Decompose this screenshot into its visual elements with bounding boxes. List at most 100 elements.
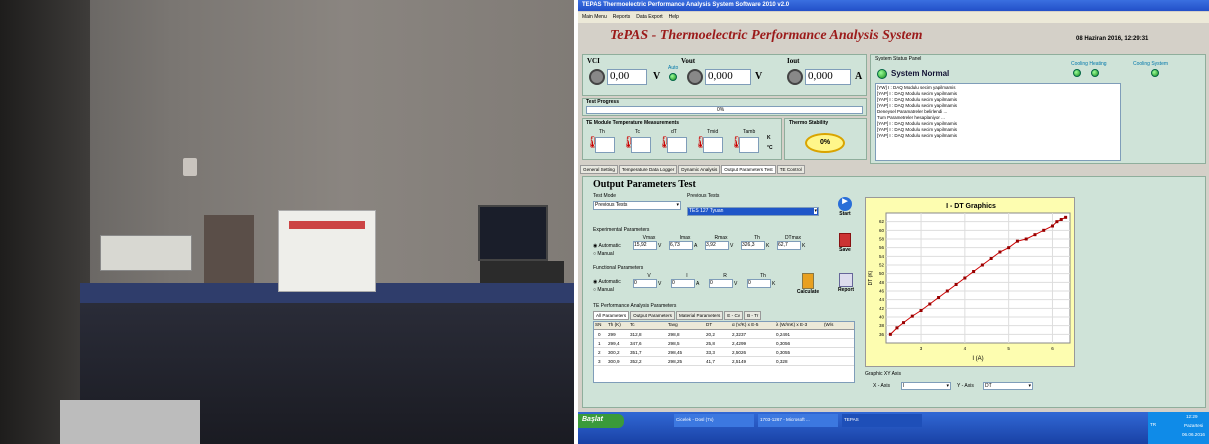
- func-automatic[interactable]: ◉ Automatic: [593, 279, 621, 285]
- y-tick-label: 56: [879, 245, 885, 250]
- start-menu-button[interactable]: Başlat: [578, 414, 624, 428]
- menu-reports[interactable]: Reports: [613, 14, 631, 21]
- gauge-icon: [589, 69, 605, 85]
- status-log[interactable]: [YW] I : DAQ Modulu secim yapilmamis [YA…: [875, 83, 1121, 161]
- perf-tab-b-tr[interactable]: B - Tr: [744, 311, 762, 320]
- data-point: [1059, 218, 1063, 221]
- tepas-box: [278, 210, 376, 292]
- test-mode-select[interactable]: Previous Tests ▾: [593, 201, 681, 210]
- exp-rmax-value[interactable]: 3,92: [705, 241, 729, 250]
- start-label: Başlat: [582, 416, 604, 423]
- perf-tab-all[interactable]: All Parameters: [593, 311, 630, 320]
- table-header: SN Th (K) Tc Tavg DT α (V/K) x E-5 λ (W/…: [594, 322, 854, 330]
- calculate-label: Calculate: [796, 289, 820, 295]
- save-button[interactable]: Save: [833, 233, 857, 253]
- taskbar-item[interactable]: Cicelek - Dosl (7x): [674, 414, 754, 427]
- table-row[interactable]: 2 300,2 351,7 298,45 33,3 2,5026 0,3055: [594, 348, 854, 357]
- func-r-value[interactable]: 0: [709, 279, 733, 288]
- unit-c[interactable]: °C: [767, 145, 773, 151]
- exp-th-value[interactable]: 326,3: [741, 241, 765, 250]
- perf-tab-material[interactable]: Material Parameters: [675, 311, 724, 320]
- tab-temperature-logger[interactable]: Temperature Data Logger: [618, 165, 678, 174]
- clock-day: Pazartesi: [1184, 423, 1204, 428]
- func-automatic-label: Automatic: [598, 279, 621, 285]
- tab-dynamic-analysis[interactable]: Dynamic Analysis: [678, 165, 721, 174]
- cell: 0,3055: [776, 349, 791, 355]
- table-row[interactable]: 0 299 312,8 298,8 20,2 2,3237 0,2491: [594, 330, 854, 339]
- y-tick-label: 40: [879, 315, 885, 320]
- menu-data-export[interactable]: Data Export: [636, 14, 662, 21]
- tab-output-parameters[interactable]: Output Parameters Test: [721, 165, 776, 174]
- previous-label: Previous Tests: [687, 193, 720, 199]
- perf-tab-e-cv[interactable]: E - Cv: [724, 311, 744, 320]
- exp-vmax: Vmax 15,92 V: [633, 235, 665, 250]
- taskbar: Başlat Cicelek - Dosl (7x) 1703-1267 - M…: [578, 412, 1209, 444]
- vci-unit: V: [653, 71, 661, 82]
- func-th-value[interactable]: 0: [747, 279, 771, 288]
- previous-select[interactable]: TES 127 Tyuan ▾: [687, 207, 819, 216]
- save-label: Save: [839, 247, 851, 253]
- gauge-icon: [787, 69, 803, 85]
- auto-led-icon: [669, 73, 677, 81]
- taskbar-item[interactable]: TEPAS: [842, 414, 922, 427]
- laptop: [478, 205, 548, 261]
- start-button[interactable]: ▶ Start: [833, 197, 857, 217]
- vci-value[interactable]: 0,00: [607, 69, 647, 85]
- chart-title: I - DT Graphics: [946, 203, 996, 210]
- cell: 3: [598, 358, 601, 364]
- dt-value: [667, 137, 687, 153]
- data-point: [980, 263, 984, 267]
- lang-indicator[interactable]: TR: [1150, 422, 1156, 427]
- menu-help[interactable]: Help: [669, 14, 679, 21]
- unit-label: V: [730, 242, 734, 249]
- printer: [60, 400, 200, 444]
- table-row[interactable]: 1 299,4 347,6 298,5 25,8 2,4299 0,3056: [594, 339, 854, 348]
- report-button[interactable]: Report: [831, 273, 861, 293]
- x-axis-select[interactable]: I ▾: [901, 382, 951, 390]
- func-i-value[interactable]: 0: [671, 279, 695, 288]
- iout-label: Iout: [787, 57, 800, 65]
- temp-tc: 🌡 Tc: [621, 129, 651, 157]
- cell: 352,2: [630, 358, 642, 364]
- taskbar-item[interactable]: 1703-1267 - Microsoft ...: [758, 414, 838, 427]
- cell: 299,4: [608, 340, 620, 346]
- cell: 299: [608, 331, 616, 337]
- perf-tab-output[interactable]: Output Parameters: [630, 311, 675, 320]
- y-ticks: 62 60 58 56 54 52 50 48 46 44 42 40 38 36: [879, 219, 885, 337]
- exp-dtmax-value[interactable]: 62,7: [777, 241, 801, 250]
- tab-te-control[interactable]: TE Control: [776, 165, 805, 174]
- y-axis-select[interactable]: DT ▾: [983, 382, 1033, 390]
- temp-field-label: Tamb: [743, 129, 756, 135]
- cell: 0,2491: [776, 331, 791, 337]
- exp-automatic[interactable]: ◉ Automatic: [593, 243, 621, 249]
- cell: 298,45: [668, 349, 683, 355]
- func-manual[interactable]: ○ Manual: [593, 287, 614, 293]
- report-icon: [839, 273, 853, 287]
- perf-table[interactable]: SN Th (K) Tc Tavg DT α (V/K) x E-5 λ (W/…: [593, 321, 855, 383]
- calculator-icon: [802, 273, 814, 289]
- cooling-system-label: Cooling System: [1133, 61, 1169, 67]
- menu-main[interactable]: Main Menu: [582, 14, 607, 21]
- table-row[interactable]: 3 300,9 352,2 298,25 41,7 2,5149 0,328: [594, 357, 854, 366]
- vout-value: 0,000: [705, 69, 751, 85]
- exp-manual[interactable]: ○ Manual: [593, 251, 614, 257]
- func-v-value[interactable]: 0: [633, 279, 657, 288]
- y-tick-label: 50: [879, 271, 885, 276]
- unit-k[interactable]: K: [767, 135, 771, 141]
- calculate-button[interactable]: Calculate: [793, 273, 823, 295]
- temps-label: TE Module Temperature Measurements: [586, 120, 679, 126]
- tmid-value: [703, 137, 723, 153]
- tab-general-setting[interactable]: General Setting: [580, 165, 618, 174]
- test-mode-value: Previous Tests: [595, 202, 628, 208]
- chevron-down-icon: ▾: [814, 208, 817, 214]
- y-axis-label: DT (K): [868, 270, 874, 285]
- func-th: Th 0 K: [747, 273, 779, 288]
- func-r: R0V: [709, 273, 741, 288]
- door-shadow: [0, 0, 90, 444]
- exp-imax-value[interactable]: 6,73: [669, 241, 693, 250]
- x-axis-select-label: X - Axis: [873, 383, 890, 389]
- exp-vmax-value[interactable]: 15,92: [633, 241, 657, 250]
- data-point: [919, 309, 923, 312]
- cell: 298,5: [668, 340, 680, 346]
- perf-label: TE Performance Analysis Parameters: [593, 303, 677, 309]
